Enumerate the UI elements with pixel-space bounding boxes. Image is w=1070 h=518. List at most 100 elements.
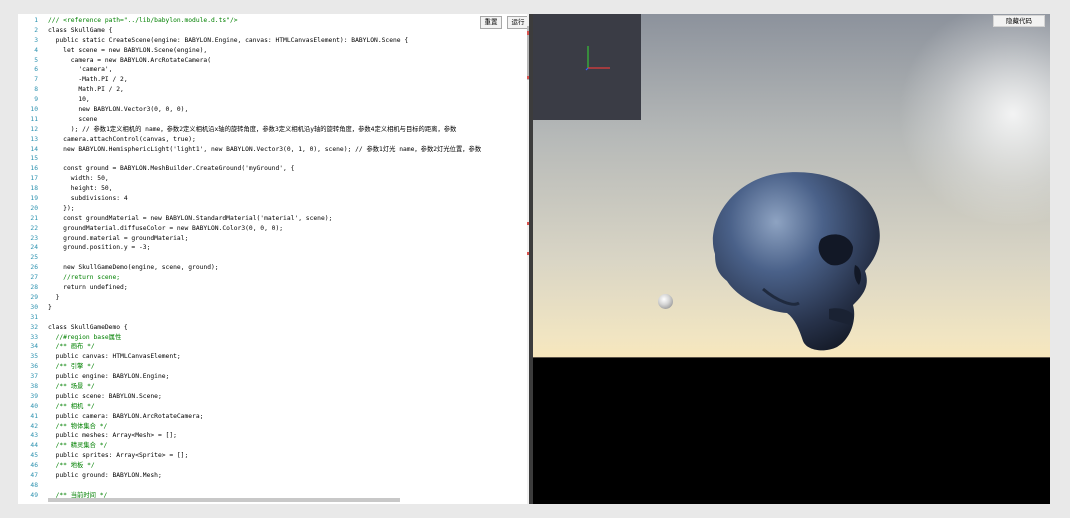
line-number: 14 (30, 145, 38, 153)
code-line[interactable]: 47 public ground: BABYLON.Mesh; (30, 471, 529, 481)
code-line[interactable]: 23 ground.material = groundMaterial; (30, 234, 529, 244)
reset-button[interactable]: 重置 (480, 16, 502, 29)
line-number: 6 (34, 66, 38, 74)
code-line[interactable]: 36 /** 引擎 */ (30, 362, 529, 372)
line-number: 8 (34, 86, 38, 94)
code-line[interactable]: 16 const ground = BABYLON.MeshBuilder.Cr… (30, 164, 529, 174)
code-line[interactable]: 42 /** 物体集合 */ (30, 422, 529, 432)
axis-gizmo (533, 14, 641, 120)
code-line[interactable]: 32 class SkullGameDemo { (30, 323, 529, 333)
code-text: /** 场景 */ (48, 382, 95, 390)
code-text: const ground = BABYLON.MeshBuilder.Creat… (48, 165, 295, 173)
code-line[interactable]: 39 public scene: BABYLON.Scene; (30, 392, 529, 402)
code-line[interactable]: 45 public sprites: Array<Sprite> = []; (30, 451, 529, 461)
code-line[interactable]: 48 (30, 481, 529, 491)
code-text: new BABYLON.Vector3(0, 0, 0), (48, 106, 189, 114)
line-number: 29 (30, 293, 38, 301)
code-text: public scene: BABYLON.Scene; (48, 392, 162, 400)
code-text: public ground: BABYLON.Mesh; (48, 471, 162, 479)
editor-horizontal-scrollbar[interactable] (48, 498, 400, 502)
code-line[interactable]: 30} (30, 303, 529, 313)
code-line[interactable]: 2 class SkullGame { (34, 26, 529, 36)
code-line[interactable]: 5 camera = new BABYLON.ArcRotateCamera( (34, 56, 529, 66)
code-line[interactable]: 37 public engine: BABYLON.Engine; (30, 372, 529, 382)
run-button[interactable]: 运行 (507, 16, 529, 29)
code-line[interactable]: 10 new BABYLON.Vector3(0, 0, 0), (30, 105, 529, 115)
line-number: 32 (30, 323, 38, 331)
line-number: 43 (30, 432, 38, 440)
sun-glow (893, 14, 1050, 224)
z-axis-line (585, 67, 589, 71)
code-text: /// <reference path="../lib/babylon.modu… (48, 17, 238, 24)
playground-window: 1 /// <reference path="../lib/babylon.mod… (18, 14, 1050, 504)
code-text: subdivisions: 4 (48, 195, 128, 203)
code-line[interactable]: 9 10, (34, 95, 529, 105)
code-line[interactable]: 8 Math.PI / 2, (34, 85, 529, 95)
code-line[interactable]: 33 //#region base属性 (30, 333, 529, 343)
code-line[interactable]: 40 /** 相机 */ (30, 402, 529, 412)
horizon-line (533, 357, 1050, 358)
code-line[interactable]: 34 /** 画布 */ (30, 342, 529, 352)
code-line[interactable]: 7 -Math.PI / 2, (34, 75, 529, 85)
code-line[interactable]: 25 (30, 253, 529, 263)
code-line[interactable]: 13 camera.attachControl(canvas, true); (30, 135, 529, 145)
hide-code-button[interactable]: 隐藏代码 (993, 15, 1045, 27)
code-text: class SkullGameDemo { (48, 323, 128, 331)
code-line[interactable]: 21 const groundMaterial = new BABYLON.St… (30, 214, 529, 224)
render-canvas[interactable]: 隐藏代码 (533, 14, 1050, 504)
code-line[interactable]: 1 /// <reference path="../lib/babylon.mod… (34, 16, 529, 26)
code-line[interactable]: 27 //return scene; (30, 273, 529, 283)
code-line[interactable]: 6 'camera', (34, 65, 529, 75)
code-text: /** 引擎 */ (48, 363, 95, 371)
line-number: 11 (30, 115, 38, 123)
line-number: 42 (30, 422, 38, 430)
code-line[interactable]: 3 public static CreateScene(engine: BABY… (34, 36, 529, 46)
line-number: 30 (30, 303, 38, 311)
code-line[interactable]: 4 let scene = new BABYLON.Scene(engine), (34, 46, 529, 56)
code-line[interactable]: 15 (30, 154, 529, 164)
code-line[interactable]: 14 new BABYLON.HemisphericLight('light1'… (30, 145, 529, 155)
code-text: -Math.PI / 2, (48, 76, 128, 84)
line-number: 34 (30, 343, 38, 351)
code-line[interactable]: 12 ); // 参数1定义相机的 name，参数2定义相机沿x轴的旋转角度，参… (30, 125, 529, 135)
line-number: 3 (34, 36, 38, 44)
line-number: 33 (30, 333, 38, 341)
line-number: 45 (30, 452, 38, 460)
code-line[interactable]: 29 } (30, 293, 529, 303)
code-text: } (48, 293, 60, 301)
code-text: Math.PI / 2, (48, 86, 124, 94)
code-text: //return scene; (48, 274, 121, 282)
line-number: 21 (30, 214, 38, 222)
code-text: camera = new BABYLON.ArcRotateCamera( (48, 56, 212, 64)
code-line[interactable]: 46 /** 地板 */ (30, 461, 529, 471)
code-line[interactable]: 44 /** 精灵集合 */ (30, 441, 529, 451)
code-line[interactable]: 17 width: 50, (30, 174, 529, 184)
code-text: groundMaterial.diffuseColor = new BABYLO… (48, 224, 284, 232)
code-text: ); // 参数1定义相机的 name，参数2定义相机沿x轴的旋转角度，参数3定… (48, 125, 457, 133)
code-text: camera.attachControl(canvas, true); (48, 135, 196, 143)
code-lines[interactable]: 1 /// <reference path="../lib/babylon.mod… (30, 16, 529, 501)
code-line[interactable]: 35 public canvas: HTMLCanvasElement; (30, 352, 529, 362)
code-editor[interactable]: 1 /// <reference path="../lib/babylon.mod… (18, 14, 529, 504)
code-line[interactable]: 20 }); (30, 204, 529, 214)
code-line[interactable]: 43 public meshes: Array<Mesh> = []; (30, 431, 529, 441)
code-line[interactable]: 11 scene (30, 115, 529, 125)
line-number: 1 (34, 17, 38, 24)
code-line[interactable]: 41 public camera: BABYLON.ArcRotateCamer… (30, 412, 529, 422)
code-line[interactable]: 28 return undefined; (30, 283, 529, 293)
line-number: 15 (30, 155, 38, 163)
code-line[interactable]: 31 (30, 313, 529, 323)
line-number: 37 (30, 373, 38, 381)
line-number: 40 (30, 402, 38, 410)
code-text: } (48, 303, 52, 311)
code-line[interactable]: 18 height: 50, (30, 184, 529, 194)
code-line[interactable]: 19 subdivisions: 4 (30, 194, 529, 204)
code-line[interactable]: 26 new SkullGameDemo(engine, scene, grou… (30, 263, 529, 273)
code-text: /** 物体集合 */ (48, 422, 108, 430)
sphere-mesh (658, 294, 673, 309)
code-line[interactable]: 38 /** 场景 */ (30, 382, 529, 392)
code-line[interactable]: 22 groundMaterial.diffuseColor = new BAB… (30, 224, 529, 234)
code-text: ground.material = groundMaterial; (48, 234, 189, 242)
code-line[interactable]: 24 ground.position.y = -3; (30, 243, 529, 253)
code-text: height: 50, (48, 185, 113, 193)
